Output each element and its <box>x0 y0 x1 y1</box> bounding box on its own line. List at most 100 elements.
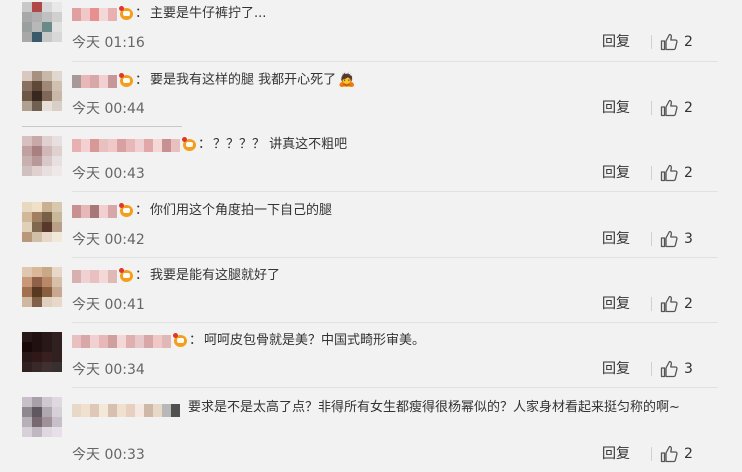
comment-line: ：我要是能有这腿就好了 <box>72 265 718 287</box>
action-divider <box>651 166 652 180</box>
like-count: 2 <box>684 34 693 50</box>
username[interactable] <box>72 334 171 348</box>
action-divider <box>651 232 652 246</box>
like-button[interactable]: 2 <box>660 444 696 464</box>
username[interactable] <box>72 401 180 417</box>
comment-text: 主要是牛仔裤拧了... <box>150 6 267 21</box>
like-count: 2 <box>684 165 693 181</box>
like-count: 3 <box>684 231 693 247</box>
thumbs-up-icon <box>660 230 678 248</box>
comment-meta: 今天 00:33 回复 2 <box>72 444 718 465</box>
comment-body: ：你们用这个角度拍一下自己的腿 今天 00:42 回复 3 <box>72 200 718 248</box>
timestamp: 今天 00:42 <box>72 232 145 248</box>
like-button[interactable]: 2 <box>660 163 696 183</box>
thumbs-up-icon <box>660 360 678 378</box>
colon: ： <box>135 6 149 21</box>
separator <box>72 387 718 388</box>
colon: ： <box>198 137 212 152</box>
comment-meta: 今天 00:44 回复 2 <box>72 98 718 119</box>
comment-line: ：呵呵皮包骨就是美？中国式畸形审美。 <box>72 330 718 352</box>
username[interactable] <box>72 204 117 218</box>
username[interactable] <box>72 269 117 283</box>
username[interactable] <box>72 7 117 21</box>
action-divider <box>651 447 652 461</box>
avatar[interactable] <box>22 136 62 176</box>
comment-line: ：主要是牛仔裤拧了... <box>72 3 718 25</box>
like-count: 3 <box>684 361 693 377</box>
comment-text: 我要是能有这腿就好了 <box>150 268 281 283</box>
reply-button[interactable]: 回复 <box>602 163 630 183</box>
reply-button[interactable]: 回复 <box>602 359 630 379</box>
like-count: 2 <box>684 446 693 462</box>
comment-body: 要求是不是太高了点？非得所有女生都瘦得很杨幂似的？人家身材看起来挺匀称的啊~ 今天… <box>72 395 718 463</box>
thumbs-up-icon <box>660 164 678 182</box>
reply-button[interactable]: 回复 <box>602 229 630 249</box>
reply-button[interactable]: 回复 <box>602 294 630 314</box>
vip-badge-icon <box>119 268 134 283</box>
comment-item: 要求是不是太高了点？非得所有女生都瘦得很杨幂似的？人家身材看起来挺匀称的啊~ 今天… <box>0 391 742 463</box>
comment-line: 要求是不是太高了点？非得所有女生都瘦得很杨幂似的？人家身材看起来挺匀称的啊~ <box>72 395 718 421</box>
colon: ： <box>135 268 149 283</box>
timestamp: 今天 00:41 <box>72 297 145 313</box>
avatar[interactable] <box>22 267 62 307</box>
vip-badge-icon <box>119 72 134 88</box>
comment-item: ：主要是牛仔裤拧了... 今天 01:16 回复 2 <box>0 0 742 65</box>
comment-line: ：？？？？ 讲真这不粗吧 <box>72 134 718 156</box>
comment-body: ：要是我有这样的腿 我都开心死了 🙇 今天 00:44 回复 2 <box>72 69 718 117</box>
vip-badge-icon <box>119 203 134 218</box>
comment-meta: 今天 00:41 回复 2 <box>72 294 718 315</box>
comment-item: ：？？？？ 讲真这不粗吧 今天 00:43 回复 2 <box>0 130 742 195</box>
comment-meta: 今天 00:42 回复 3 <box>72 229 718 250</box>
comment-meta: 今天 00:43 回复 2 <box>72 163 718 184</box>
thumbs-up-icon <box>660 33 678 51</box>
comment-list: ：主要是牛仔裤拧了... 今天 01:16 回复 2：要是我有这样的腿 我都开心死了 🙇… <box>0 0 742 472</box>
vip-badge-icon <box>119 6 134 21</box>
comment-text: 你们用这个角度拍一下自己的腿 <box>150 203 333 218</box>
separator <box>72 61 718 62</box>
comment-text: 要求是不是太高了点？非得所有女生都瘦得很杨幂似的？人家身材看起来挺匀称的啊~ <box>188 400 680 415</box>
separator <box>72 322 718 323</box>
avatar[interactable] <box>22 397 62 437</box>
comment-body: ：我要是能有这腿就好了 今天 00:41 回复 2 <box>72 265 718 313</box>
reply-button[interactable]: 回复 <box>602 98 630 118</box>
comment-item: ：要是我有这样的腿 我都开心死了 🙇 今天 00:44 回复 2 <box>0 65 742 130</box>
comment-item: ：我要是能有这腿就好了 今天 00:41 回复 2 <box>0 261 742 326</box>
colon: ： <box>135 203 149 218</box>
thumbs-up-icon <box>660 99 678 117</box>
thumbs-up-icon <box>660 295 678 313</box>
like-button[interactable]: 3 <box>660 229 696 249</box>
avatar[interactable] <box>22 202 62 242</box>
avatar[interactable] <box>22 2 62 42</box>
comment-item: ：你们用这个角度拍一下自己的腿 今天 00:42 回复 3 <box>0 196 742 261</box>
avatar[interactable] <box>22 71 62 111</box>
vip-badge-icon <box>173 333 188 348</box>
colon: ： <box>189 333 203 348</box>
reply-button[interactable]: 回复 <box>602 444 630 464</box>
username[interactable] <box>72 74 117 88</box>
action-divider <box>651 297 652 311</box>
timestamp: 今天 00:33 <box>72 447 145 463</box>
thumbs-up-icon <box>660 445 678 463</box>
comment-text: ？？？？ 讲真这不粗吧 <box>213 137 348 152</box>
like-button[interactable]: 2 <box>660 294 696 314</box>
reply-button[interactable]: 回复 <box>602 32 630 52</box>
separator <box>22 126 182 127</box>
comment-line: ：要是我有这样的腿 我都开心死了 🙇 <box>72 69 718 92</box>
separator <box>72 191 718 192</box>
comment-meta: 今天 01:16 回复 2 <box>72 32 718 53</box>
comment-text: 呵呵皮包骨就是美？中国式畸形审美。 <box>204 333 426 348</box>
avatar[interactable] <box>22 332 62 372</box>
comment-body: ：呵呵皮包骨就是美？中国式畸形审美。 今天 00:34 回复 3 <box>72 330 718 378</box>
timestamp: 今天 00:44 <box>72 101 145 117</box>
like-count: 2 <box>684 100 693 116</box>
like-button[interactable]: 3 <box>660 359 696 379</box>
username[interactable] <box>72 138 180 152</box>
separator <box>72 257 718 258</box>
timestamp: 今天 01:16 <box>72 35 145 51</box>
like-button[interactable]: 2 <box>660 32 696 52</box>
comment-body: ：？？？？ 讲真这不粗吧 今天 00:43 回复 2 <box>72 134 718 182</box>
action-divider <box>651 101 652 115</box>
action-divider <box>651 362 652 376</box>
like-button[interactable]: 2 <box>660 98 696 118</box>
like-count: 2 <box>684 296 693 312</box>
